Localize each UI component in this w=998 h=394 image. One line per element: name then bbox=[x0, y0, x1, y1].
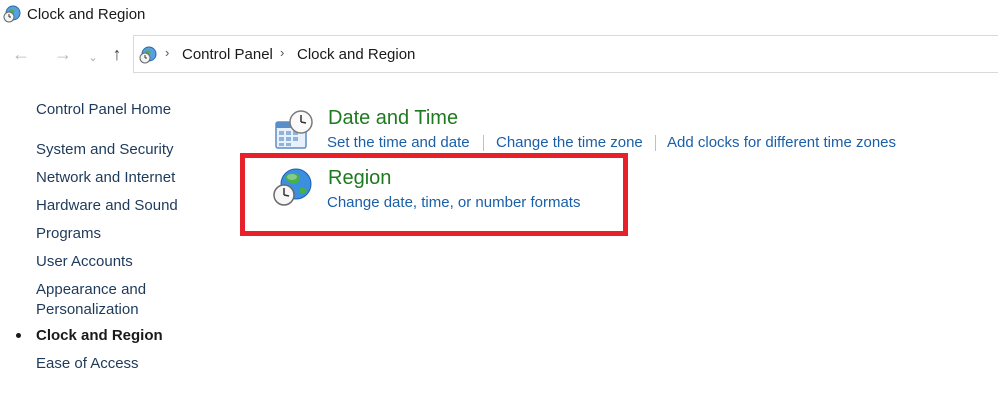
current-page-bullet bbox=[16, 333, 21, 338]
window-title: Clock and Region bbox=[27, 6, 146, 23]
arrow-up-icon[interactable]: ↑ bbox=[106, 43, 128, 65]
date-and-time-title[interactable]: Date and Time bbox=[328, 107, 458, 130]
sidebar-item-clock-and-region: Clock and Region bbox=[36, 327, 163, 344]
breadcrumb-clock-and-region[interactable]: Clock and Region bbox=[297, 46, 415, 63]
region-highlight-box bbox=[240, 153, 628, 236]
address-bar[interactable]: › Control Panel › Clock and Region bbox=[133, 35, 998, 73]
sidebar-item-control-panel-home[interactable]: Control Panel Home bbox=[36, 100, 171, 120]
sidebar-item-appearance-and-personalization[interactable]: Appearance and bbox=[36, 280, 146, 300]
sidebar-item-programs[interactable]: Programs bbox=[36, 224, 101, 244]
sidebar-item-user-accounts[interactable]: User Accounts bbox=[36, 252, 133, 272]
link-separator bbox=[655, 135, 656, 151]
breadcrumb-control-panel[interactable]: Control Panel bbox=[182, 46, 273, 63]
control-panel-icon bbox=[139, 46, 157, 64]
arrow-left-icon[interactable]: ← bbox=[10, 43, 32, 65]
chevron-down-icon[interactable]: ⌄ bbox=[82, 46, 104, 68]
set-time-and-date-link[interactable]: Set the time and date bbox=[327, 134, 470, 151]
change-time-zone-link[interactable]: Change the time zone bbox=[496, 134, 643, 151]
date-time-clock-icon[interactable] bbox=[273, 108, 315, 150]
sidebar-item-ease-of-access[interactable]: Ease of Access bbox=[36, 354, 139, 374]
title-bar: Clock and Region bbox=[0, 0, 998, 30]
clock-region-app-icon bbox=[3, 5, 21, 23]
sidebar-item-appearance-and-personalization[interactable]: Personalization bbox=[36, 300, 139, 320]
chevron-right-icon[interactable]: › bbox=[165, 45, 169, 60]
sidebar-item-hardware-and-sound[interactable]: Hardware and Sound bbox=[36, 196, 178, 216]
sidebar-item-network-and-internet[interactable]: Network and Internet bbox=[36, 168, 175, 188]
arrow-right-icon[interactable]: → bbox=[52, 43, 74, 65]
navigation-bar: ← → ⌄ ↑ › Control Panel › Clock and Regi… bbox=[0, 35, 998, 73]
link-separator bbox=[483, 135, 484, 151]
sidebar-item-system-and-security[interactable]: System and Security bbox=[36, 140, 174, 160]
chevron-right-icon[interactable]: › bbox=[280, 45, 284, 60]
add-clocks-link[interactable]: Add clocks for different time zones bbox=[667, 134, 896, 151]
